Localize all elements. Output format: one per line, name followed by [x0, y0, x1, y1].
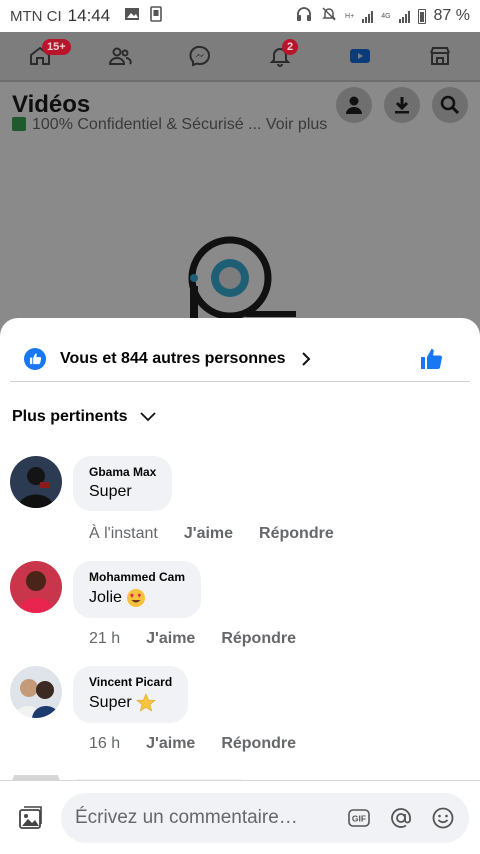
- home-badge: 15+: [42, 39, 71, 55]
- gallery-notification-icon: [124, 6, 140, 27]
- comment-item: Vincent Picard Super 16 h J'aime Répondr…: [10, 666, 470, 771]
- comment-composer: Écrivez un commentaire… GIF: [0, 780, 480, 854]
- signal-icon-2: [398, 10, 410, 23]
- net-label-4g: 4G: [381, 12, 391, 20]
- battery-percent: 87 %: [433, 7, 470, 24]
- gif-label: GIF: [352, 813, 366, 823]
- comment-bubble[interactable]: Gbama Max Super: [73, 456, 173, 511]
- avatar[interactable]: [10, 561, 62, 613]
- sim-notification-icon: [150, 5, 163, 27]
- headphones-icon: [295, 5, 313, 27]
- facebook-tab-bar: 15+ 2: [0, 32, 480, 82]
- nav-messenger: [180, 36, 220, 76]
- watch-icon: [350, 49, 370, 63]
- comment-item: Mohammed Cam Jolie 21 h J'aime Répondre: [10, 561, 470, 666]
- comment-bubble[interactable]: Vincent Picard Super: [73, 666, 189, 723]
- chevron-down-icon: [139, 412, 156, 422]
- comment-author[interactable]: Gbama Max: [89, 465, 156, 479]
- avatar[interactable]: [10, 666, 62, 718]
- comment-text: Super: [89, 483, 156, 501]
- battery-icon: [417, 8, 426, 24]
- comment-text-content: Super: [89, 694, 132, 711]
- reactions-summary[interactable]: Vous et 844 autres personnes: [10, 340, 470, 382]
- like-comment-button[interactable]: J'aime: [184, 525, 233, 543]
- marketplace-icon: [430, 47, 450, 65]
- comment-text-content: Jolie: [89, 589, 122, 606]
- like-comment-button[interactable]: J'aime: [146, 735, 195, 753]
- person-icon: [346, 96, 362, 114]
- nav-watch: [340, 36, 380, 76]
- gif-icon[interactable]: GIF: [347, 806, 371, 830]
- mention-icon[interactable]: [389, 806, 413, 830]
- status-bar: MTN CI 14:44 H+ 4G 87 %: [0, 0, 480, 32]
- profile-button: [336, 87, 372, 123]
- search-button: [432, 87, 468, 123]
- sort-label: Plus pertinents: [12, 408, 128, 425]
- nav-notifications: 2: [260, 36, 300, 76]
- search-icon: [440, 95, 460, 115]
- page-title: Vidéos: [12, 91, 91, 118]
- star-emoji-icon: [135, 693, 156, 712]
- comment-author[interactable]: Mohammed Cam: [89, 570, 185, 584]
- heart-eyes-emoji-icon: [126, 589, 145, 607]
- nav-home: 15+: [20, 36, 71, 76]
- comment-bubble[interactable]: Mohammed Cam Jolie: [73, 561, 202, 618]
- reply-button[interactable]: Répondre: [221, 735, 296, 753]
- download-button: [384, 87, 420, 123]
- comment-text-content: Super: [89, 483, 132, 500]
- check-icon: [12, 117, 26, 131]
- comment-text: Super: [89, 693, 172, 713]
- carrier-label: MTN CI: [10, 7, 62, 25]
- friends-icon: [108, 47, 132, 65]
- nav-friends: [100, 36, 140, 76]
- comment-actions: 16 h J'aime Répondre: [89, 735, 296, 753]
- comment-input[interactable]: Écrivez un commentaire… GIF: [61, 792, 469, 843]
- comment-actions: À l'instant J'aime Répondre: [89, 525, 334, 543]
- comment-author[interactable]: Vincent Picard: [89, 675, 172, 689]
- status-time: 14:44: [67, 6, 111, 25]
- comment-actions: 21 h J'aime Répondre: [89, 630, 296, 648]
- comment-time: À l'instant: [89, 525, 158, 542]
- download-icon: [395, 97, 409, 114]
- comment-text: Jolie: [89, 588, 185, 608]
- comment-time: 16 h: [89, 735, 121, 752]
- comment-time: 21 h: [89, 630, 121, 647]
- emoji-icon[interactable]: [431, 806, 455, 830]
- comments-sheet: Vous et 844 autres personnes Plus pertin…: [0, 318, 480, 854]
- notifications-badge: 2: [282, 39, 299, 55]
- messenger-icon: [189, 45, 210, 67]
- like-comment-button[interactable]: J'aime: [146, 630, 195, 648]
- reply-button[interactable]: Répondre: [259, 525, 334, 543]
- sort-dropdown[interactable]: Plus pertinents: [12, 408, 156, 426]
- comment-input-placeholder: Écrivez un commentaire…: [75, 806, 298, 828]
- video-logo-art: [188, 236, 296, 320]
- nav-marketplace: [420, 36, 460, 76]
- background-post-text: 100% Confidentiel & Sécurisé ... Voir pl…: [12, 116, 327, 134]
- mute-alarm-icon: [321, 6, 337, 26]
- like-reaction-icon: [24, 347, 46, 370]
- thumbs-up-icon[interactable]: [420, 347, 444, 371]
- reply-button[interactable]: Répondre: [221, 630, 296, 648]
- photo-icon[interactable]: [17, 805, 43, 831]
- post-caption: 100% Confidentiel & Sécurisé ... Voir pl…: [32, 116, 328, 133]
- chevron-right-icon: [301, 351, 310, 366]
- signal-icon: [362, 10, 374, 23]
- comment-item: Gbama Max Super À l'instant J'aime Répon…: [10, 456, 470, 561]
- reactions-count-text: Vous et 844 autres personnes: [60, 349, 286, 367]
- net-label-hplus: H+: [345, 12, 355, 20]
- avatar[interactable]: [10, 456, 62, 508]
